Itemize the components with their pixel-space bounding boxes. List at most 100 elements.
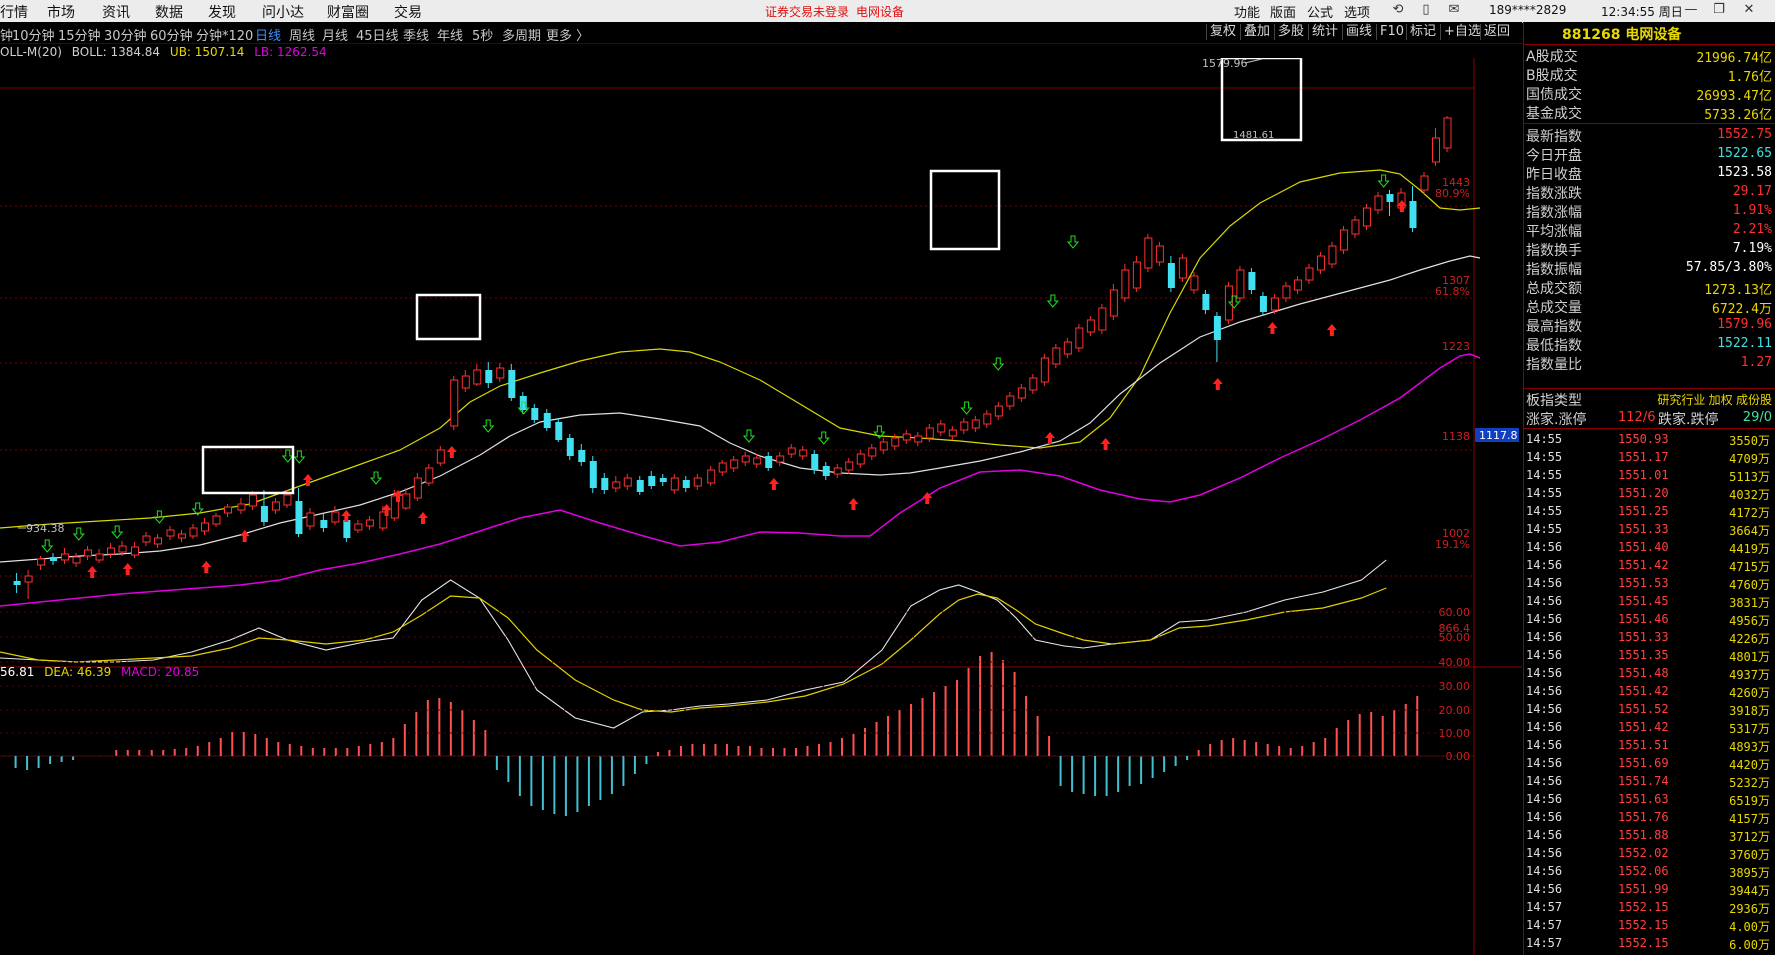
menu-market[interactable]: 市场 (47, 2, 75, 22)
menu-formula[interactable]: 公式 (1307, 2, 1333, 21)
stat-label: B股成交 (1526, 68, 1578, 84)
down-arrow-icon (960, 401, 973, 415)
low-price-label: 934.38 (26, 522, 65, 535)
tick-row: 14:55 1551.33 3664万 (1526, 522, 1774, 540)
up-arrow-icon (1100, 438, 1111, 450)
up-arrow-icon (418, 512, 429, 524)
candle-body-up (118, 545, 127, 553)
candle-body-up (402, 493, 411, 509)
tick-volume: 3550万 (1729, 434, 1770, 448)
stat-label: 总成交额 (1526, 281, 1582, 297)
tick-time: 14:56 (1526, 630, 1563, 644)
candle-body-up (1293, 279, 1302, 291)
period-tab-active[interactable]: 日线 (255, 25, 281, 44)
period-tab[interactable]: 周线 (289, 25, 315, 44)
refresh-icon[interactable]: ⟲ (1390, 2, 1406, 18)
menu-news[interactable]: 资讯 (102, 2, 130, 22)
tick-time: 14:57 (1526, 900, 1563, 914)
menu-wenxiaoda[interactable]: 问小达 (262, 2, 304, 22)
minimize-icon[interactable]: — (1683, 2, 1699, 18)
menu-trade[interactable]: 交易 (394, 2, 422, 22)
f10-button[interactable]: F10 (1376, 24, 1407, 40)
candle-body-down (555, 422, 563, 440)
stat-value: 5733.26亿 (1704, 108, 1772, 123)
period-tab[interactable]: 月线 (322, 25, 348, 44)
candle-body-up (670, 477, 679, 491)
menu-hangqing[interactable]: 行情 (0, 2, 28, 22)
tick-volume: 3712万 (1729, 830, 1770, 844)
menu-options[interactable]: 选项 (1344, 2, 1370, 21)
indicator-name[interactable]: OLL-M(20) (0, 45, 62, 59)
multi-stock-button[interactable]: 多股 (1274, 24, 1307, 40)
down-arrow-icon (742, 429, 756, 443)
stat-label: 指数涨幅 (1526, 205, 1582, 221)
phone-icon[interactable]: ▯ (1418, 2, 1434, 18)
dea-value: DEA: 46.39 (44, 665, 112, 679)
tick-volume: 4937万 (1729, 668, 1770, 682)
down-arrow-icon (482, 419, 495, 433)
stat-value: 7.19% (1732, 241, 1772, 256)
period-tab[interactable]: 30分钟 (104, 25, 147, 44)
tick-time: 14:56 (1526, 864, 1563, 878)
menu-data[interactable]: 数据 (155, 2, 183, 22)
login-notice[interactable]: 证券交易未登录 (765, 3, 849, 20)
quote-header: 881268 电网设备 (1524, 22, 1775, 45)
tick-price: 1552.15 (1618, 918, 1669, 932)
stat-row: 指数振幅 57.85/3.80% (1526, 259, 1774, 278)
overlay-button[interactable]: 叠加 (1240, 24, 1273, 40)
security-title[interactable]: 881268 电网设备 (1562, 24, 1681, 44)
axis-label: 19.1% (1435, 538, 1470, 551)
high-price-pointer (1244, 58, 1263, 64)
candle-body-down (822, 466, 830, 476)
tick-time: 14:56 (1526, 720, 1563, 734)
period-tab[interactable]: 10分钟 (12, 25, 55, 44)
period-tab[interactable]: 15分钟 (58, 25, 101, 44)
stat-row: 指数涨跌 29.17 (1526, 183, 1774, 202)
candle-body-up (177, 533, 186, 539)
menu-caifuquan[interactable]: 财富圈 (327, 2, 369, 22)
more-periods-button[interactable]: 更多 〉 (546, 25, 589, 44)
candle-body-up (189, 527, 198, 537)
kline-chart[interactable]: 144380.9%130761.8%12231138100219.1%866.4… (0, 58, 1522, 955)
period-tab[interactable]: 年线 (437, 25, 463, 44)
mail-icon[interactable]: ✉ (1446, 2, 1462, 18)
back-button[interactable]: 返回 (1480, 24, 1513, 40)
stat-value: 1523.58 (1717, 165, 1772, 180)
divider (1524, 123, 1775, 124)
tick-volume: 6.00万 (1729, 938, 1770, 952)
macd-indicator-line: 56.81 DEA: 46.39 MACD: 20.85 (0, 665, 199, 679)
period-tab[interactable]: 60分钟 (150, 25, 193, 44)
close-icon[interactable]: ✕ (1741, 2, 1757, 18)
mark-button[interactable]: 标记 (1406, 24, 1439, 40)
tick-price: 1552.15 (1618, 936, 1669, 950)
stat-label: 总成交量 (1526, 300, 1582, 316)
account-label[interactable]: 189****2829 (1489, 3, 1566, 17)
down-arrow-icon (369, 471, 383, 485)
add-watchlist-button[interactable]: +自选 (1440, 24, 1484, 40)
stat-value: 2.21% (1732, 222, 1772, 237)
period-tab[interactable]: 多周期 (502, 25, 541, 44)
period-tab[interactable]: 分钟*120 (196, 25, 253, 44)
menu-discover[interactable]: 发现 (208, 2, 236, 22)
tick-price: 1551.52 (1618, 702, 1669, 716)
tick-price: 1551.51 (1618, 738, 1669, 752)
board-type-row: 板指类型 研究行业 加权 成份股 (1526, 390, 1774, 409)
up-arrow-icon (201, 561, 212, 573)
price-gridlines (0, 205, 1474, 577)
period-tab[interactable]: 45日线 (356, 25, 399, 44)
candle-body-up (994, 405, 1003, 417)
stat-row: 指数涨幅 1.91% (1526, 202, 1774, 221)
tick-time: 14:55 (1526, 432, 1563, 446)
menu-layout[interactable]: 版面 (1270, 2, 1296, 21)
tick-volume: 4172万 (1729, 506, 1770, 520)
period-tab[interactable]: 季线 (403, 25, 429, 44)
stats-button[interactable]: 统计 (1308, 24, 1341, 40)
draw-button[interactable]: 画线 (1342, 24, 1375, 40)
adjust-button[interactable]: 复权 (1206, 24, 1239, 40)
restore-icon[interactable]: ❐ (1711, 2, 1727, 18)
candle-body-up (1144, 237, 1153, 269)
candle-body-up (1063, 341, 1072, 355)
period-tab[interactable]: 5秒 (472, 25, 493, 44)
tick-row: 14:55 1551.17 4709万 (1526, 450, 1774, 468)
menu-function[interactable]: 功能 (1234, 2, 1260, 21)
